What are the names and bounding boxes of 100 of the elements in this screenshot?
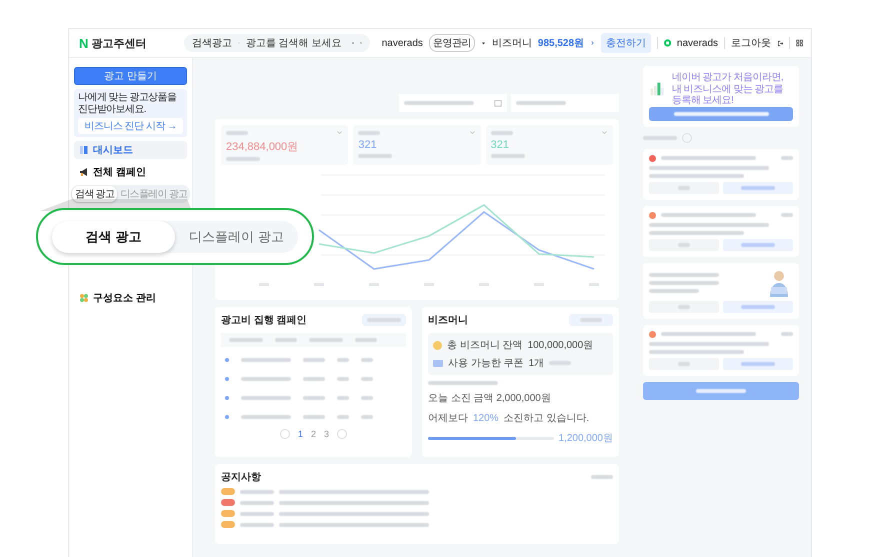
compare-text: 소진하고 있습니다. bbox=[504, 412, 590, 425]
metric-value: 234,884,000원 bbox=[226, 140, 300, 154]
blurred-text bbox=[428, 381, 498, 385]
user-name: naverads bbox=[676, 38, 718, 48]
ad-type-tab[interactable]: 디스플레이 광고 bbox=[117, 186, 190, 202]
blurred-text bbox=[741, 242, 775, 246]
blurred-text bbox=[303, 414, 325, 418]
action-button[interactable] bbox=[723, 182, 793, 194]
blurred-text bbox=[361, 396, 373, 400]
blurred-text bbox=[741, 304, 775, 308]
blurred-text bbox=[781, 332, 793, 336]
blurred-text bbox=[741, 186, 775, 190]
coupon-icon bbox=[433, 360, 443, 366]
blurred-text bbox=[241, 396, 291, 400]
coin-icon bbox=[433, 340, 442, 350]
compare-text: 어제보다 bbox=[428, 412, 468, 425]
logo-mark: N bbox=[79, 36, 88, 50]
blurred-text bbox=[361, 414, 373, 418]
blurred-text bbox=[303, 376, 325, 380]
compare-rate: 120% bbox=[473, 412, 499, 424]
promo-text: 네이버 광고가 처음이라면, 내 비즈니스에 맞는 광고를 등록해 보세요! bbox=[672, 72, 784, 106]
blurred-text bbox=[240, 500, 274, 504]
account-name: naverads bbox=[382, 38, 423, 48]
chevron-down-icon bbox=[468, 129, 476, 136]
sidebar-item[interactable]: 대시보드 bbox=[74, 141, 187, 159]
blurred-text bbox=[649, 288, 699, 292]
account-role: 운영관리 bbox=[428, 34, 475, 52]
diagnosis-button[interactable]: 비즈니스 진단 시작 → bbox=[78, 118, 183, 134]
blurred-text bbox=[240, 522, 274, 526]
compare-select[interactable] bbox=[511, 94, 619, 112]
create-ad-button[interactable]: 광고 만들기 bbox=[74, 67, 187, 85]
sidebar-item[interactable]: 전체 캠페인 bbox=[74, 163, 187, 181]
status-dot-icon bbox=[225, 414, 229, 418]
grid-menu-icon bbox=[796, 38, 804, 48]
compare-amount: 1,200,000원 bbox=[558, 432, 613, 445]
close-button[interactable] bbox=[649, 300, 719, 312]
close-button[interactable] bbox=[649, 358, 719, 370]
logo-title: 광고주센터 bbox=[91, 36, 146, 50]
search-scope[interactable]: 검색광고 bbox=[192, 36, 232, 50]
bizmoney-amount[interactable]: 985,528원 bbox=[538, 36, 584, 50]
status-dot-icon bbox=[225, 396, 229, 400]
caret-icon bbox=[480, 40, 486, 46]
user-avatar-icon bbox=[664, 38, 671, 48]
blurred-text bbox=[741, 362, 775, 366]
ad-type-tab[interactable]: 디스플레이 광고 bbox=[175, 220, 298, 252]
blurred-text bbox=[337, 376, 349, 380]
charge-link[interactable] bbox=[569, 314, 613, 326]
logout-link[interactable]: 로그아웃 bbox=[730, 36, 771, 50]
page-link[interactable]: 1 bbox=[298, 429, 303, 439]
blurred-text bbox=[361, 376, 373, 380]
blurred-text bbox=[649, 272, 719, 276]
blurred-text bbox=[516, 101, 566, 105]
components-icon bbox=[79, 293, 89, 303]
bizmoney-label: 비즈머니 bbox=[492, 37, 532, 50]
ad-type-tab[interactable]: 검색 광고 bbox=[52, 220, 175, 252]
page-link[interactable]: 3 bbox=[324, 429, 330, 439]
coupon-label: 사용 가능한 쿠폰 bbox=[448, 357, 524, 370]
blurred-text bbox=[241, 376, 291, 380]
charge-button[interactable]: 충전하기 bbox=[601, 33, 652, 53]
status-dot-icon bbox=[225, 376, 229, 380]
blurred-text bbox=[649, 280, 719, 284]
sidebar-item[interactable]: 구성요소 관리 bbox=[74, 289, 187, 307]
close-button[interactable] bbox=[649, 182, 719, 194]
action-button[interactable] bbox=[723, 358, 793, 370]
balance-value: 100,000,000원 bbox=[528, 339, 594, 352]
action-button[interactable] bbox=[723, 238, 793, 250]
register-button[interactable] bbox=[649, 106, 793, 120]
search-field[interactable]: 검색광고 광고를 검색해 보세요 bbox=[184, 34, 370, 52]
action-button[interactable] bbox=[723, 300, 793, 312]
blurred-text bbox=[591, 475, 613, 479]
chevron-right-icon bbox=[590, 39, 596, 47]
coupon-count: 1개 bbox=[528, 357, 544, 370]
card-title: 비즈머니 bbox=[428, 314, 468, 327]
card-title: 광고비 집행 캠페인 bbox=[221, 314, 307, 327]
page-link[interactable]: 2 bbox=[310, 429, 316, 439]
metric-value: 321 bbox=[490, 139, 510, 151]
close-button[interactable] bbox=[649, 238, 719, 250]
blurred-text bbox=[696, 388, 746, 392]
blurred-text bbox=[303, 396, 325, 400]
metric-tile[interactable]: 321 bbox=[353, 125, 481, 165]
status-dot-icon bbox=[225, 358, 229, 362]
blurred-text bbox=[781, 213, 793, 217]
view-all-button[interactable] bbox=[362, 314, 406, 326]
diagnosis-text: 나에게 맞는 광고상품을 진단받아보세요. bbox=[78, 92, 178, 115]
today-spend: 오늘 소진 금액 2,000,000원 bbox=[428, 392, 552, 405]
blurred-text bbox=[240, 490, 274, 494]
metric-value: 321 bbox=[358, 139, 378, 151]
chevron-down-icon bbox=[336, 129, 344, 136]
blurred-text bbox=[303, 358, 325, 362]
blurred-text bbox=[361, 358, 373, 362]
dashboard-icon bbox=[79, 145, 89, 155]
blurred-text bbox=[781, 156, 793, 160]
chevron-down-icon bbox=[600, 129, 608, 136]
period-select[interactable] bbox=[399, 94, 507, 112]
blurred-text bbox=[337, 358, 349, 362]
confirm-all-button[interactable] bbox=[643, 382, 799, 400]
blurred-text bbox=[240, 512, 274, 516]
balance-label: 총 비즈머니 잔액 bbox=[447, 339, 523, 352]
ad-type-tab[interactable]: 검색 광고 bbox=[72, 186, 118, 202]
blurred-text bbox=[404, 101, 474, 105]
